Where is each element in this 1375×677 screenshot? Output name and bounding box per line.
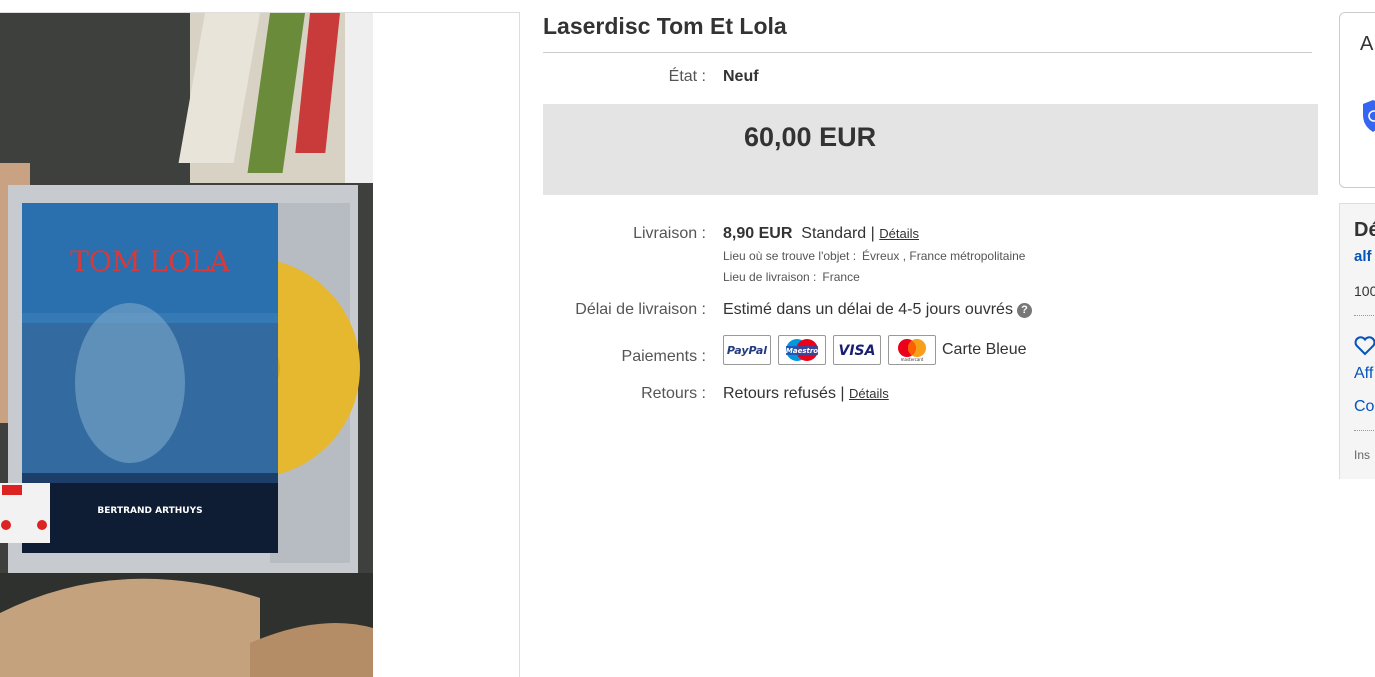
- registration-info: Ins: [1354, 448, 1371, 462]
- returns-policy: Retours refusés | Détails: [723, 384, 889, 404]
- heart-icon[interactable]: [1354, 336, 1375, 356]
- returns-value: Retours refusés |: [723, 385, 845, 402]
- paypal-logo-text: PayPal: [727, 344, 767, 357]
- follow-seller-link[interactable]: Aff: [1354, 365, 1373, 383]
- buy-box-title: A: [1360, 33, 1374, 55]
- maestro-logo-text: Maestro: [786, 347, 818, 355]
- mastercard-logo-text: mastercard: [901, 357, 924, 362]
- condition-label: État :: [668, 68, 706, 85]
- condition-value: Neuf: [723, 68, 759, 85]
- visa-logo-icon: VISA: [833, 335, 881, 365]
- title-divider: [543, 52, 1312, 53]
- svg-text:PayPal: PayPal: [727, 344, 767, 357]
- buy-box: A: [1339, 12, 1375, 188]
- shipping-cost-line: 8,90 EUR Standard | Détails: [723, 224, 919, 244]
- item-photo[interactable]: TOM LOLA BERTRAND ARTHUYS: [0, 13, 373, 677]
- shipping-method: Standard |: [801, 225, 875, 242]
- visa-logo-text: VISA: [839, 343, 876, 359]
- shipping-details-link[interactable]: Détails: [879, 226, 919, 241]
- price-section: 60,00 EUR: [543, 104, 1318, 195]
- item-location-label: Lieu où se trouve l'objet :: [723, 249, 857, 263]
- divider: [1354, 430, 1375, 431]
- returns-label: Retours :: [641, 385, 706, 402]
- divider: [1354, 315, 1375, 316]
- cover-director: BERTRAND ARTHUYS: [97, 506, 202, 516]
- item-price: 60,00 EUR: [744, 122, 877, 152]
- payment-methods: PayPal Maestro VISA mastercard Carte Ble…: [723, 334, 1027, 366]
- ships-to: Lieu de livraison : France: [723, 269, 860, 285]
- ships-to-value: France: [822, 270, 860, 284]
- item-title: Laserdisc Tom Et Lola: [543, 13, 787, 39]
- seller-score: 100: [1354, 283, 1375, 299]
- cover-title: TOM LOLA: [70, 245, 230, 278]
- shield-icon: [1363, 100, 1375, 132]
- maestro-logo-icon: Maestro: [778, 335, 826, 365]
- paypal-logo-icon: PayPal: [723, 335, 771, 365]
- seller-panel-title: Dé: [1354, 219, 1375, 241]
- item-location: Lieu où se trouve l'objet : Évreux , Fran…: [723, 248, 1025, 264]
- seller-name-link[interactable]: alf: [1354, 248, 1372, 265]
- item-location-value: Évreux , France métropolitaine: [862, 249, 1026, 263]
- carte-bleue-text: Carte Bleue: [942, 341, 1027, 358]
- shipping-cost: 8,90 EUR: [723, 225, 793, 242]
- shipping-label: Livraison :: [633, 225, 706, 242]
- delivery-estimate: Estimé dans un délai de 4-5 jours ouvrés…: [723, 300, 1032, 320]
- contact-seller-link[interactable]: Co: [1354, 398, 1374, 416]
- payments-label: Paiements :: [621, 348, 706, 365]
- help-icon[interactable]: ?: [1016, 303, 1032, 318]
- delivery-estimate-text: Estimé dans un délai de 4-5 jours ouvrés: [723, 301, 1013, 318]
- delivery-label: Délai de livraison :: [575, 301, 706, 318]
- seller-info-panel: Dé alf 100 Aff Co Ins: [1339, 203, 1375, 479]
- mastercard-logo-icon: mastercard: [888, 335, 936, 365]
- returns-details-link[interactable]: Détails: [849, 386, 889, 401]
- ships-to-label: Lieu de livraison :: [723, 270, 817, 284]
